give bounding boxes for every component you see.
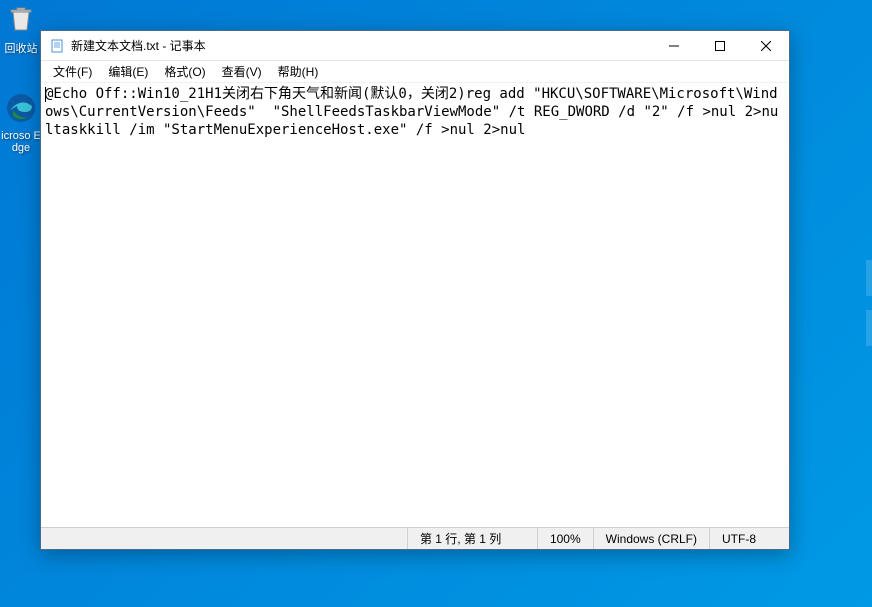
recycle-bin-label: 回收站 xyxy=(0,40,42,56)
edge-icon xyxy=(3,90,39,126)
desktop: 回收站 icroso Edge 新建文本文档.txt - 记事本 xyxy=(0,0,872,607)
recycle-bin-icon xyxy=(3,0,39,36)
titlebar[interactable]: 新建文本文档.txt - 记事本 xyxy=(41,31,789,61)
status-position: 第 1 行, 第 1 列 xyxy=(407,528,537,549)
side-accent xyxy=(866,310,872,346)
text-editor[interactable]: @Echo Off::Win10_21H1关闭右下角天气和新闻(默认0，关闭2)… xyxy=(41,83,789,527)
menubar: 文件(F) 编辑(E) 格式(O) 查看(V) 帮助(H) xyxy=(41,61,789,83)
notepad-window: 新建文本文档.txt - 记事本 文件(F) 编辑(E) 格式(O) 查看(V)… xyxy=(40,30,790,550)
menu-help[interactable]: 帮助(H) xyxy=(270,61,327,82)
menu-format[interactable]: 格式(O) xyxy=(156,61,213,82)
editor-content: @Echo Off::Win10_21H1关闭右下角天气和新闻(默认0，关闭2)… xyxy=(45,86,778,138)
status-zoom: 100% xyxy=(537,528,593,549)
menu-file[interactable]: 文件(F) xyxy=(45,61,100,82)
window-controls xyxy=(651,31,789,61)
menu-view[interactable]: 查看(V) xyxy=(214,61,270,82)
desktop-icon-recycle-bin[interactable]: 回收站 xyxy=(0,0,42,56)
notepad-icon xyxy=(49,38,65,54)
edge-label: icroso Edge xyxy=(0,130,42,154)
status-eol: Windows (CRLF) xyxy=(593,528,709,549)
status-encoding: UTF-8 xyxy=(709,528,789,549)
window-title: 新建文本文档.txt - 记事本 xyxy=(71,37,651,54)
menu-edit[interactable]: 编辑(E) xyxy=(100,61,156,82)
desktop-icon-edge[interactable]: icroso Edge xyxy=(0,90,42,154)
maximize-button[interactable] xyxy=(697,31,743,61)
close-button[interactable] xyxy=(743,31,789,61)
side-accent xyxy=(866,260,872,296)
statusbar: 第 1 行, 第 1 列 100% Windows (CRLF) UTF-8 xyxy=(41,527,789,549)
minimize-button[interactable] xyxy=(651,31,697,61)
